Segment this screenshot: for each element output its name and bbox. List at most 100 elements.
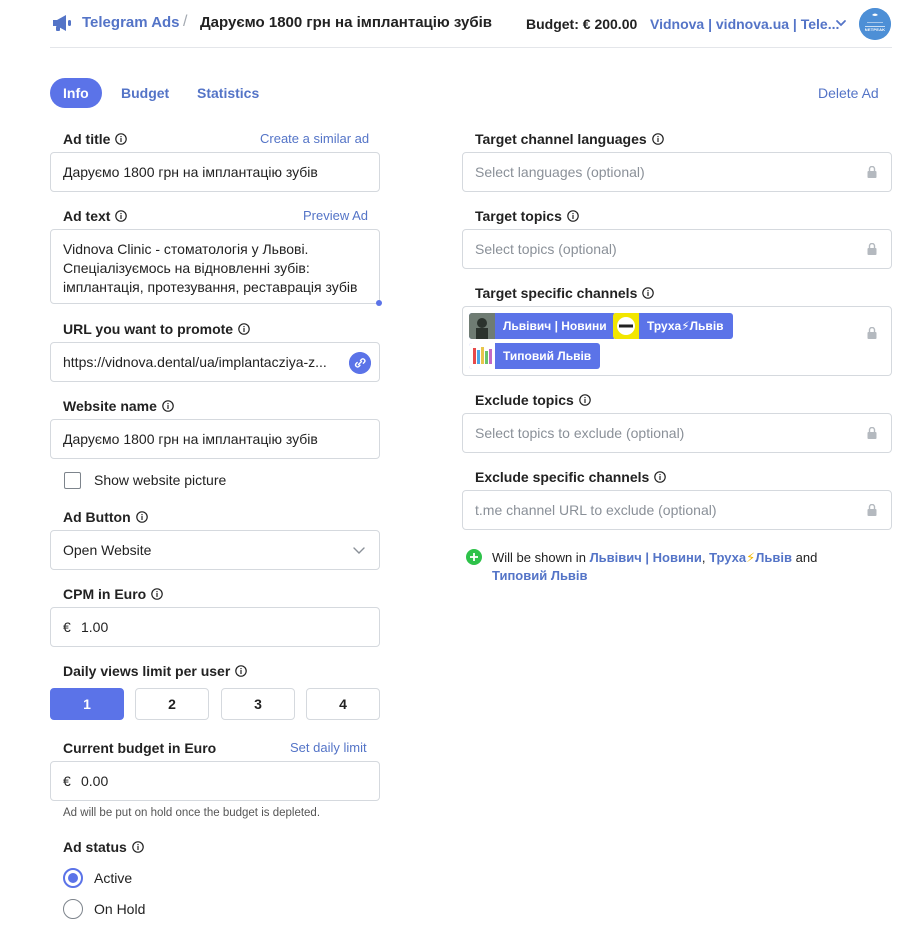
website-name-label: Website name bbox=[63, 398, 174, 414]
delete-ad-link[interactable]: Delete Ad bbox=[818, 85, 879, 101]
info-icon bbox=[135, 511, 148, 523]
ad-title-input[interactable]: Даруємо 1800 грн на імплантацію зубів bbox=[50, 152, 380, 192]
ad-button-label-text: Ad Button bbox=[63, 509, 131, 525]
topics-label: Target topics bbox=[475, 208, 579, 224]
website-name-label-text: Website name bbox=[63, 398, 157, 414]
topics-select[interactable]: Select topics (optional) bbox=[462, 229, 892, 269]
summary-prefix: Will be shown in bbox=[492, 550, 586, 565]
show-website-picture-checkbox[interactable] bbox=[64, 472, 81, 489]
ad-text-label: Ad text bbox=[63, 208, 128, 224]
resize-handle[interactable] bbox=[376, 300, 382, 306]
cpm-value: 1.00 bbox=[81, 619, 109, 635]
summary-channel-3[interactable]: Типовий Львів bbox=[492, 568, 588, 583]
lightning-icon: ⚡ bbox=[746, 550, 756, 565]
ad-title-label-text: Ad title bbox=[63, 131, 111, 147]
url-label: URL you want to promote bbox=[63, 321, 250, 337]
info-icon bbox=[131, 841, 144, 853]
tab-budget[interactable]: Budget bbox=[108, 78, 182, 108]
channel-chip[interactable]: Типовий Львів bbox=[469, 343, 601, 369]
cpm-label: CPM in Euro bbox=[63, 586, 164, 602]
channels-label: Target specific channels bbox=[475, 285, 655, 301]
daily-views-option-2[interactable]: 2 bbox=[135, 688, 209, 720]
top-header: Telegram Ads / Даруємо 1800 грн на імпла… bbox=[50, 0, 892, 48]
status-active-label[interactable]: Active bbox=[94, 870, 132, 886]
summary-and: and bbox=[795, 550, 818, 565]
exclude-channels-label: Exclude specific channels bbox=[475, 469, 667, 485]
daily-views-option-1[interactable]: 1 bbox=[50, 688, 124, 720]
channel-chip-label: Львівич | Новини bbox=[503, 319, 607, 333]
website-name-value: Даруємо 1800 грн на імплантацію зубів bbox=[63, 431, 318, 447]
channel-chip[interactable]: Труха⚡Львів bbox=[613, 313, 733, 339]
chevron-down-icon[interactable] bbox=[834, 16, 848, 30]
daily-views-option-4[interactable]: 4 bbox=[306, 688, 380, 720]
daily-views-option-3[interactable]: 3 bbox=[221, 688, 295, 720]
daily-views-label: Daily views limit per user bbox=[63, 663, 248, 679]
lock-icon bbox=[867, 166, 877, 178]
info-icon bbox=[654, 471, 667, 483]
info-icon bbox=[151, 588, 164, 600]
ad-status-label-text: Ad status bbox=[63, 839, 127, 855]
account-selector[interactable]: Vidnova | vidnova.ua | Tele... bbox=[650, 16, 839, 32]
budget-hint: Ad will be put on hold once the budget i… bbox=[63, 807, 321, 819]
ad-title-label: Ad title bbox=[63, 131, 128, 147]
summary-channel-2-part-a: Труха bbox=[709, 550, 747, 565]
info-icon bbox=[567, 210, 579, 222]
tab-statistics[interactable]: Statistics bbox=[184, 78, 272, 108]
ad-button-select[interactable]: Open Website bbox=[50, 530, 380, 570]
ad-title-value: Даруємо 1800 грн на імплантацію зубів bbox=[63, 164, 318, 180]
languages-select[interactable]: Select languages (optional) bbox=[462, 152, 892, 192]
exclude-topics-select[interactable]: Select topics to exclude (optional) bbox=[462, 413, 892, 453]
audience-summary: Will be shown in Львівич | Новини, Труха… bbox=[466, 549, 876, 585]
currency-symbol: € bbox=[63, 773, 71, 789]
info-icon bbox=[162, 400, 174, 412]
tab-info[interactable]: Info bbox=[50, 78, 102, 108]
channel-avatar-icon bbox=[469, 343, 495, 369]
exclude-channels-input[interactable]: t.me channel URL to exclude (optional) bbox=[462, 490, 892, 530]
lock-icon bbox=[867, 243, 877, 255]
lock-icon bbox=[867, 504, 877, 516]
exclude-channels-label-text: Exclude specific channels bbox=[475, 469, 650, 485]
exclude-topics-label: Exclude topics bbox=[475, 392, 591, 408]
channel-chip[interactable]: Львівич | Новини bbox=[469, 313, 616, 339]
budget-input[interactable]: € 0.00 bbox=[50, 761, 380, 801]
info-icon bbox=[115, 133, 128, 145]
show-website-picture-label[interactable]: Show website picture bbox=[94, 472, 226, 488]
audience-summary-text: Will be shown in Львівич | Новини, Труха… bbox=[492, 549, 876, 585]
ad-button-value: Open Website bbox=[63, 542, 152, 558]
url-input[interactable]: https://vidnova.dental/ua/implantacziya-… bbox=[50, 342, 380, 382]
ad-text-textarea[interactable]: Vidnova Clinic - стоматологія у Львові. … bbox=[50, 229, 382, 306]
summary-channel-2[interactable]: Труха⚡Львів bbox=[709, 550, 792, 565]
currency-symbol: € bbox=[63, 619, 71, 635]
summary-channel-1[interactable]: Львівич | Новини bbox=[590, 550, 702, 565]
daily-views-label-text: Daily views limit per user bbox=[63, 663, 231, 679]
brand-link[interactable]: Telegram Ads bbox=[82, 14, 180, 31]
status-onhold-radio[interactable] bbox=[63, 899, 83, 919]
status-active-radio[interactable] bbox=[63, 868, 83, 888]
set-daily-limit-link[interactable]: Set daily limit bbox=[290, 740, 367, 755]
url-value: https://vidnova.dental/ua/implantacziya-… bbox=[63, 354, 327, 370]
avatar-logo-icon bbox=[859, 8, 891, 40]
avatar-text: NETPEAK bbox=[864, 27, 886, 32]
exclude-topics-placeholder: Select topics to exclude (optional) bbox=[475, 425, 685, 441]
cpm-input[interactable]: € 1.00 bbox=[50, 607, 380, 647]
budget-label: Current budget in Euro bbox=[63, 740, 216, 756]
status-onhold-label[interactable]: On Hold bbox=[94, 901, 145, 917]
ad-text-label-text: Ad text bbox=[63, 208, 111, 224]
website-name-input[interactable]: Даруємо 1800 грн на імплантацію зубів bbox=[50, 419, 380, 459]
preview-ad-link[interactable]: Preview Ad bbox=[303, 208, 368, 223]
create-similar-ad-link[interactable]: Create a similar ad bbox=[260, 131, 369, 146]
breadcrumb-separator: / bbox=[183, 13, 188, 30]
account-avatar[interactable]: NETPEAK bbox=[859, 8, 891, 40]
budget-value: 0.00 bbox=[81, 773, 109, 789]
info-icon bbox=[651, 133, 664, 145]
budget-label-text: Current budget in Euro bbox=[63, 740, 217, 756]
topics-placeholder: Select topics (optional) bbox=[475, 241, 617, 257]
languages-label: Target channel languages bbox=[475, 131, 664, 147]
exclude-channels-placeholder: t.me channel URL to exclude (optional) bbox=[475, 502, 717, 518]
channels-label-text: Target specific channels bbox=[475, 285, 638, 301]
page-title: Даруємо 1800 грн на імплантацію зубів bbox=[200, 14, 492, 31]
info-icon bbox=[235, 665, 248, 677]
link-icon[interactable] bbox=[349, 352, 371, 374]
ad-text-value: Vidnova Clinic - стоматологія у Львові. … bbox=[63, 241, 358, 295]
summary-channel-2-part-b: Львів bbox=[755, 550, 793, 565]
